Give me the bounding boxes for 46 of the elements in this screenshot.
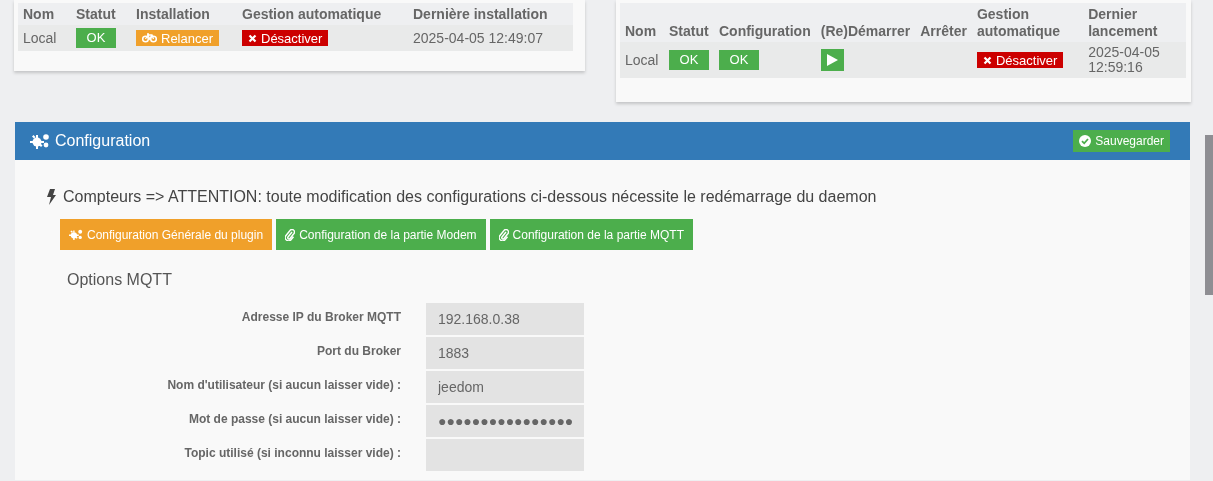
close-icon — [248, 33, 257, 43]
input-field[interactable]: 192.168.0.38 — [426, 303, 584, 335]
config-tab-button[interactable]: Configuration de la partie Modem — [276, 219, 486, 250]
status-badge: OK — [668, 50, 709, 70]
field-label: Nom d'utilisateur (si aucun laisser vide) : — [166, 377, 401, 392]
column-header: Configuration — [718, 23, 811, 39]
play-icon — [826, 54, 838, 66]
paperclip-icon — [498, 228, 509, 241]
input-field[interactable]: ●●●●●●●●●●●●●●●● — [426, 405, 584, 437]
column-header: Dernière installation — [413, 6, 548, 22]
status-badge: OK — [76, 28, 116, 48]
config-tab-button[interactable]: Configuration de la partie MQTT — [489, 219, 693, 250]
table-cell-text: Local — [23, 31, 57, 46]
disable-button[interactable]: Désactiver — [976, 52, 1064, 69]
column-header: Installation — [136, 6, 210, 22]
lightning-icon — [47, 189, 56, 205]
close-icon — [982, 55, 992, 65]
save-button[interactable]: Sauvegarder — [1073, 130, 1170, 152]
column-header: Gestion automatique — [976, 6, 1061, 39]
table-cell-text: Local — [625, 53, 659, 68]
input-field[interactable]: 1883 — [426, 337, 584, 369]
paperclip-icon — [285, 228, 296, 241]
section-title: Options MQTT — [67, 271, 173, 289]
field-label: Topic utilisé (si inconnu laisser vide) : — [183, 445, 401, 460]
scrollbar-thumb[interactable] — [1205, 135, 1213, 295]
start-button[interactable] — [820, 49, 844, 71]
column-header: Statut — [668, 23, 709, 39]
input-field[interactable]: jeedom — [426, 371, 584, 403]
table-cell-text: 2025-04-05 12:59:16 — [1088, 45, 1161, 75]
column-header: (Re)Démarrer — [820, 23, 911, 39]
disable-button[interactable]: Désactiver — [242, 30, 329, 47]
bicycle-icon — [142, 33, 157, 43]
status-badge: OK — [718, 50, 759, 70]
field-label: Adresse IP du Broker MQTT — [240, 309, 401, 324]
table-cell-text: 2025-04-05 12:49:07 — [413, 31, 543, 46]
column-header: Nom — [23, 6, 55, 22]
check-circle-icon — [1079, 135, 1092, 147]
panel-title: Configuration — [30, 132, 151, 150]
column-header: Dernier lancement — [1088, 6, 1158, 39]
field-label: Mot de passe (si aucun laisser vide) : — [187, 411, 401, 426]
field-label: Port du Broker — [316, 343, 401, 358]
column-header: Gestion automatique — [242, 6, 382, 22]
column-header: Arrêter — [920, 23, 967, 39]
column-header: Nom — [625, 23, 657, 39]
warning-text: Compteurs => ATTENTION: toute modification des configurations ci-dessous nécessite le redémarrage du daemon — [63, 188, 877, 206]
column-header: Statut — [76, 6, 116, 22]
